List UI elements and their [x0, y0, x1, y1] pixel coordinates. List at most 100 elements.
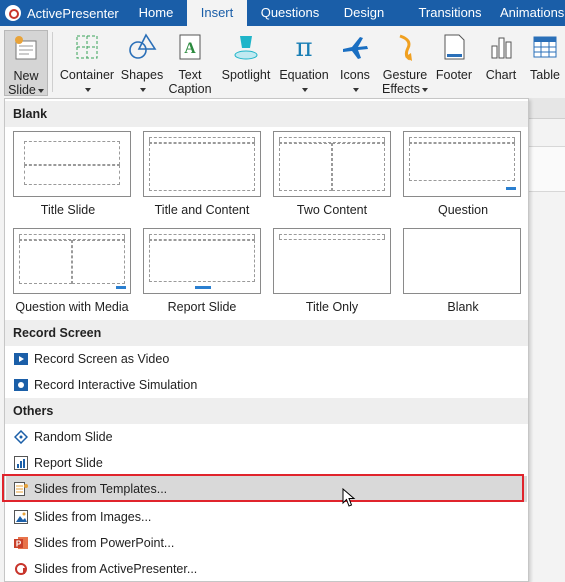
footer-icon — [444, 34, 465, 60]
layout-title-and-content[interactable] — [143, 131, 261, 197]
ribbon-divider — [52, 32, 53, 92]
spotlight-button[interactable]: Spotlight — [218, 30, 274, 94]
shapes-button[interactable]: Shapes — [120, 30, 164, 94]
title-tab-bar: ActivePresenter Home Insert Questions De… — [0, 0, 565, 26]
layout-title-slide[interactable] — [13, 131, 131, 197]
layout-caption: Two Content — [296, 203, 368, 217]
layout-two-content[interactable] — [273, 131, 391, 197]
video-camera-icon — [14, 353, 28, 365]
menu-item-label: Slides from Images... — [34, 510, 152, 524]
record-interactive-simulation-item[interactable]: Record Interactive Simulation — [6, 372, 527, 398]
text-caption-icon: A — [179, 34, 201, 60]
chart-icon — [491, 37, 512, 59]
layout-caption: Question — [437, 203, 489, 217]
layout-title-only[interactable] — [273, 228, 391, 294]
new-slide-icon — [15, 36, 37, 60]
section-blank: Blank — [5, 101, 528, 127]
chevron-down-icon — [85, 87, 91, 92]
menu-item-label: Slides from PowerPoint... — [34, 536, 175, 550]
spotlight-label: Spotlight — [221, 68, 271, 82]
container-icon — [76, 35, 98, 59]
icons-label: Icons — [340, 68, 370, 82]
layout-question[interactable] — [403, 131, 521, 197]
gesture-label-1: Gesture — [382, 68, 428, 82]
tab-animations[interactable]: Animations — [500, 0, 565, 26]
footer-label: Footer — [435, 68, 473, 82]
spotlight-icon — [234, 36, 258, 60]
svg-text:A: A — [184, 40, 196, 57]
slides-from-powerpoint-item[interactable]: P Slides from PowerPoint... — [6, 530, 527, 556]
layout-caption: Report Slide — [167, 300, 237, 314]
tab-design[interactable]: Design — [334, 0, 394, 26]
layout-report-slide[interactable] — [143, 228, 261, 294]
layout-caption: Title Only — [305, 300, 359, 314]
table-button[interactable]: Table — [526, 30, 564, 94]
chart-button[interactable]: Chart — [480, 30, 522, 94]
tab-insert[interactable]: Insert — [187, 0, 247, 26]
gesture-icon — [399, 34, 412, 61]
equation-label: Equation — [279, 68, 329, 82]
container-label: Container — [59, 68, 115, 82]
layout-caption: Blank — [447, 300, 479, 314]
background-toolbar — [527, 98, 565, 119]
section-others: Others — [5, 398, 528, 424]
chevron-down-icon — [353, 87, 359, 92]
new-slide-button[interactable]: New Slide — [4, 30, 48, 97]
section-record-screen: Record Screen — [5, 320, 528, 346]
random-slide-icon — [14, 430, 28, 444]
footer-button[interactable]: Footer — [434, 30, 474, 94]
menu-item-label: Slides from ActivePresenter... — [34, 562, 198, 576]
svg-text:P: P — [16, 540, 22, 549]
airplane-icon — [343, 37, 368, 59]
table-icon — [533, 36, 557, 58]
gesture-label-2: Effects — [382, 82, 420, 96]
menu-item-label: Record Interactive Simulation — [34, 378, 198, 392]
pi-icon: π — [295, 33, 312, 62]
container-button[interactable]: Container — [58, 30, 116, 94]
activepresenter-icon — [15, 563, 27, 575]
app-title: ActivePresenter — [27, 6, 119, 21]
random-slide-item[interactable]: Random Slide — [6, 424, 527, 450]
equation-button[interactable]: π Equation — [278, 30, 330, 94]
tab-questions[interactable]: Questions — [253, 0, 327, 26]
shapes-label: Shapes — [120, 68, 164, 82]
menu-item-label: Record Screen as Video — [34, 352, 170, 366]
image-icon — [14, 510, 28, 524]
new-slide-dropdown: Blank Title Slide Title and Content Two … — [4, 98, 529, 582]
chevron-down-icon — [302, 87, 308, 92]
layout-caption: Title and Content — [154, 203, 250, 217]
tab-home[interactable]: Home — [128, 0, 184, 26]
table-label: Table — [530, 68, 560, 82]
slides-from-activepresenter-item[interactable]: Slides from ActivePresenter... — [6, 556, 527, 582]
layout-question-with-media[interactable] — [13, 228, 131, 294]
chevron-down-icon — [37, 88, 44, 93]
menu-item-label: Report Slide — [34, 456, 103, 470]
tab-transitions[interactable]: Transitions — [405, 0, 495, 26]
text-caption-label-1: Text — [178, 68, 202, 82]
layout-caption: Question with Media — [15, 300, 129, 314]
gesture-effects-button[interactable]: Gesture Effects — [380, 30, 430, 96]
shapes-icon — [129, 33, 157, 59]
text-caption-button[interactable]: A Text Caption — [166, 30, 214, 96]
text-caption-label-2: Caption — [168, 82, 212, 96]
powerpoint-icon: P — [14, 537, 28, 549]
report-slide-icon — [14, 456, 28, 470]
camera-icon — [14, 379, 28, 391]
insert-ribbon: New Slide Container Shapes A Text Caption … — [0, 26, 565, 98]
chevron-down-icon — [421, 87, 428, 92]
chart-label: Chart — [485, 68, 517, 82]
report-slide-item[interactable]: Report Slide — [6, 450, 527, 476]
slides-from-images-item[interactable]: Slides from Images... — [6, 504, 527, 530]
activepresenter-logo-icon — [5, 5, 21, 21]
svg-text:π: π — [295, 33, 312, 62]
new-slide-label-2: Slide — [8, 83, 36, 97]
record-screen-as-video-item[interactable]: Record Screen as Video — [6, 346, 527, 372]
chevron-down-icon — [140, 87, 146, 92]
layout-caption: Title Slide — [40, 203, 96, 217]
icons-button[interactable]: Icons — [336, 30, 374, 94]
menu-item-label: Random Slide — [34, 430, 113, 444]
background-panel — [527, 146, 565, 192]
layout-blank[interactable] — [403, 228, 521, 294]
highlight-annotation — [2, 474, 524, 502]
new-slide-label-1: New — [13, 69, 39, 83]
